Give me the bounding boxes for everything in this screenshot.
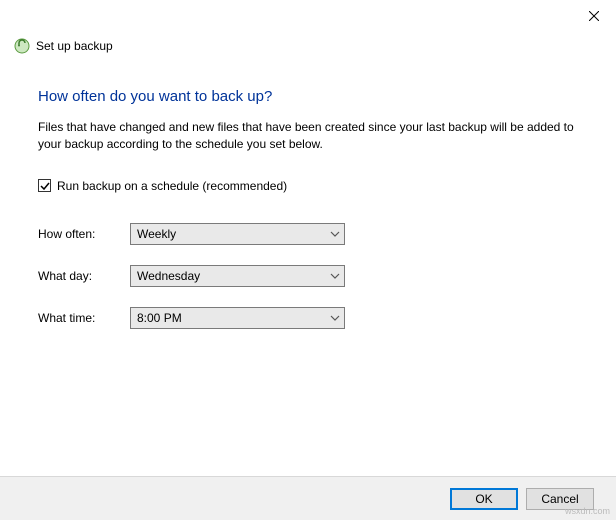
window-header: Set up backup [14,38,113,54]
what-time-label: What time: [38,311,130,325]
dialog-footer: OK Cancel [0,476,616,520]
how-often-label: How often: [38,227,130,241]
page-description: Files that have changed and new files th… [38,119,578,153]
what-day-value: Wednesday [137,269,200,283]
what-time-row: What time: 8:00 PM [38,307,578,329]
ok-button-label: OK [475,492,492,506]
ok-button[interactable]: OK [450,488,518,510]
schedule-checkbox-row: Run backup on a schedule (recommended) [38,179,578,193]
chevron-down-icon [330,271,340,281]
what-day-row: What day: Wednesday [38,265,578,287]
schedule-checkbox[interactable] [38,179,51,192]
page-heading: How often do you want to back up? [38,88,578,105]
chevron-down-icon [330,229,340,239]
checkmark-icon [40,181,50,191]
backup-icon [14,38,30,54]
content-area: How often do you want to back up? Files … [38,88,578,349]
how-often-dropdown[interactable]: Weekly [130,223,345,245]
what-day-dropdown[interactable]: Wednesday [130,265,345,287]
what-time-value: 8:00 PM [137,311,182,325]
chevron-down-icon [330,313,340,323]
schedule-checkbox-label: Run backup on a schedule (recommended) [57,179,287,193]
what-time-dropdown[interactable]: 8:00 PM [130,307,345,329]
how-often-row: How often: Weekly [38,223,578,245]
cancel-button[interactable]: Cancel [526,488,594,510]
close-button[interactable] [586,8,602,24]
how-often-value: Weekly [137,227,176,241]
what-day-label: What day: [38,269,130,283]
cancel-button-label: Cancel [541,492,578,506]
window-title: Set up backup [36,39,113,53]
close-icon [589,11,599,21]
